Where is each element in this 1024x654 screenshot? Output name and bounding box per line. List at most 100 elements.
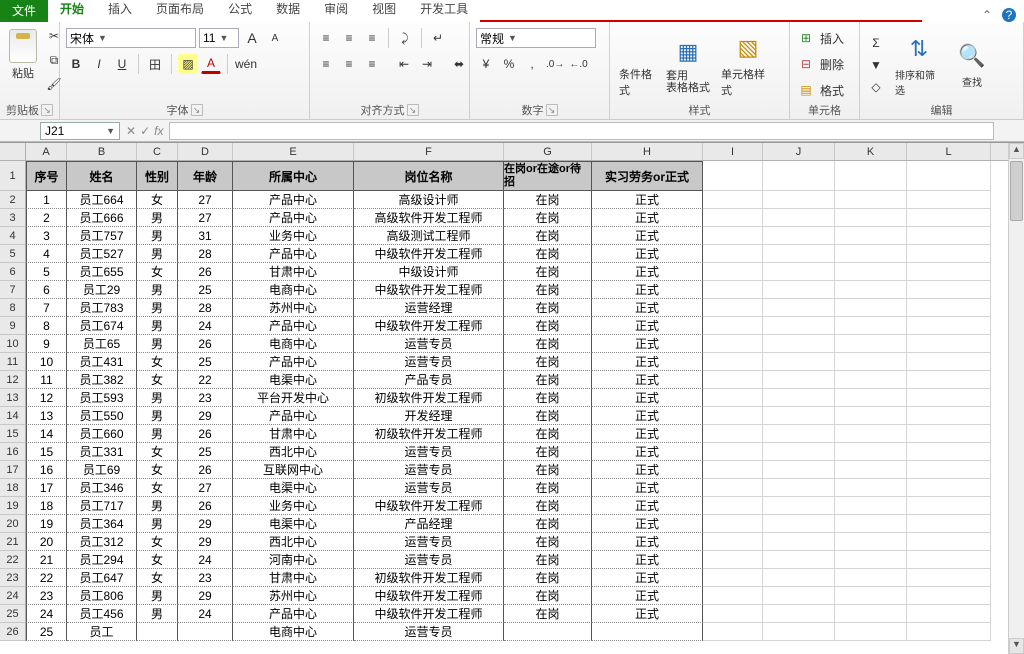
data-cell[interactable]: 员工331 <box>67 443 137 461</box>
data-cell[interactable]: 正式 <box>592 299 703 317</box>
data-cell[interactable]: 员工527 <box>67 245 137 263</box>
data-cell[interactable]: 11 <box>26 371 67 389</box>
data-cell[interactable]: 在岗 <box>504 497 592 515</box>
data-cell[interactable]: 25 <box>178 443 233 461</box>
col-head-H[interactable]: H <box>592 143 703 160</box>
data-cell[interactable] <box>703 569 763 587</box>
data-cell[interactable]: 在岗 <box>504 353 592 371</box>
number-dialog[interactable]: ↘ <box>546 104 558 116</box>
data-cell[interactable]: 3 <box>26 227 67 245</box>
orientation-icon[interactable]: ⤸ <box>395 28 415 48</box>
tab-数据[interactable]: 数据 <box>264 0 312 22</box>
data-cell[interactable]: 苏州中心 <box>233 587 354 605</box>
data-cell[interactable]: 运营专员 <box>354 623 504 641</box>
data-cell[interactable]: 在岗 <box>504 479 592 497</box>
data-cell[interactable]: 12 <box>26 389 67 407</box>
data-cell[interactable]: 男 <box>137 587 178 605</box>
tab-页面布局[interactable]: 页面布局 <box>144 0 216 22</box>
data-cell[interactable]: 26 <box>178 497 233 515</box>
data-cell[interactable]: 正式 <box>592 587 703 605</box>
data-cell[interactable]: 员工757 <box>67 227 137 245</box>
clipboard-dialog[interactable]: ↘ <box>41 104 53 116</box>
data-cell[interactable]: 电商中心 <box>233 335 354 353</box>
header-cell[interactable]: 姓名 <box>67 161 137 191</box>
data-cell[interactable]: 女 <box>137 461 178 479</box>
tab-视图[interactable]: 视图 <box>360 0 408 22</box>
data-cell[interactable]: 4 <box>26 245 67 263</box>
data-cell[interactable]: 女 <box>137 569 178 587</box>
col-head-E[interactable]: E <box>233 143 354 160</box>
data-cell[interactable]: 产品中心 <box>233 605 354 623</box>
data-cell[interactable]: 女 <box>137 551 178 569</box>
data-cell[interactable]: 28 <box>178 245 233 263</box>
data-cell[interactable]: 高级软件开发工程师 <box>354 209 504 227</box>
data-cell[interactable] <box>763 515 835 533</box>
row-head-19[interactable]: 19 <box>0 497 25 515</box>
conditional-format-button[interactable]: 条件格式 <box>616 26 658 103</box>
header-cell[interactable]: 序号 <box>26 161 67 191</box>
data-cell[interactable]: 28 <box>178 299 233 317</box>
data-cell[interactable]: 男 <box>137 281 178 299</box>
data-cell[interactable] <box>703 209 763 227</box>
data-cell[interactable] <box>763 161 835 191</box>
data-cell[interactable]: 女 <box>137 533 178 551</box>
data-cell[interactable]: 员工783 <box>67 299 137 317</box>
data-cell[interactable]: 在岗 <box>504 299 592 317</box>
data-cell[interactable] <box>763 227 835 245</box>
data-cell[interactable] <box>703 191 763 209</box>
row-head-15[interactable]: 15 <box>0 425 25 443</box>
vertical-scrollbar[interactable]: ▲ ▼ <box>1008 143 1024 654</box>
data-cell[interactable]: 甘肃中心 <box>233 425 354 443</box>
data-cell[interactable] <box>763 299 835 317</box>
grow-font-icon[interactable]: A <box>242 28 262 48</box>
data-cell[interactable] <box>763 605 835 623</box>
data-cell[interactable]: 25 <box>26 623 67 641</box>
data-cell[interactable]: 正式 <box>592 371 703 389</box>
data-cell[interactable] <box>907 407 991 425</box>
data-cell[interactable]: 正式 <box>592 533 703 551</box>
data-cell[interactable]: 员工666 <box>67 209 137 227</box>
data-cell[interactable] <box>703 461 763 479</box>
insert-cells-button[interactable]: 插入 <box>819 28 845 48</box>
data-cell[interactable] <box>703 317 763 335</box>
data-cell[interactable] <box>835 443 907 461</box>
data-cell[interactable]: 西北中心 <box>233 443 354 461</box>
help-icon[interactable]: ? <box>1002 8 1016 22</box>
formula-input[interactable] <box>169 122 994 140</box>
data-cell[interactable] <box>703 353 763 371</box>
data-cell[interactable] <box>763 263 835 281</box>
data-cell[interactable]: 产品中心 <box>233 245 354 263</box>
data-cell[interactable]: 员工431 <box>67 353 137 371</box>
data-cell[interactable] <box>763 587 835 605</box>
data-cell[interactable] <box>763 407 835 425</box>
data-cell[interactable] <box>835 263 907 281</box>
sort-filter-button[interactable]: ⇅ 排序和筛选 <box>892 30 946 100</box>
header-cell[interactable]: 年龄 <box>178 161 233 191</box>
data-cell[interactable] <box>703 533 763 551</box>
data-cell[interactable]: 正式 <box>592 605 703 623</box>
data-cell[interactable] <box>763 479 835 497</box>
data-cell[interactable]: 在岗 <box>504 281 592 299</box>
data-cell[interactable]: 男 <box>137 497 178 515</box>
data-cell[interactable] <box>835 227 907 245</box>
data-cell[interactable]: 正式 <box>592 209 703 227</box>
header-cell[interactable]: 在岗or在途or待招 <box>504 161 592 191</box>
data-cell[interactable] <box>907 497 991 515</box>
data-cell[interactable] <box>763 443 835 461</box>
data-cell[interactable]: 22 <box>178 371 233 389</box>
autosum-icon[interactable]: Σ <box>866 33 886 53</box>
data-cell[interactable] <box>703 497 763 515</box>
font-size-select[interactable]: 11▼ <box>199 28 239 48</box>
data-cell[interactable]: 在岗 <box>504 551 592 569</box>
data-cell[interactable] <box>907 515 991 533</box>
row-head-21[interactable]: 21 <box>0 533 25 551</box>
data-cell[interactable] <box>703 407 763 425</box>
data-cell[interactable]: 14 <box>26 425 67 443</box>
tab-开发工具[interactable]: 开发工具 <box>408 0 480 22</box>
data-cell[interactable] <box>907 245 991 263</box>
data-cell[interactable]: 男 <box>137 515 178 533</box>
format-cells-icon[interactable]: ▤ <box>796 80 816 100</box>
data-cell[interactable]: 员工806 <box>67 587 137 605</box>
data-cell[interactable]: 产品中心 <box>233 353 354 371</box>
data-cell[interactable]: 正式 <box>592 317 703 335</box>
